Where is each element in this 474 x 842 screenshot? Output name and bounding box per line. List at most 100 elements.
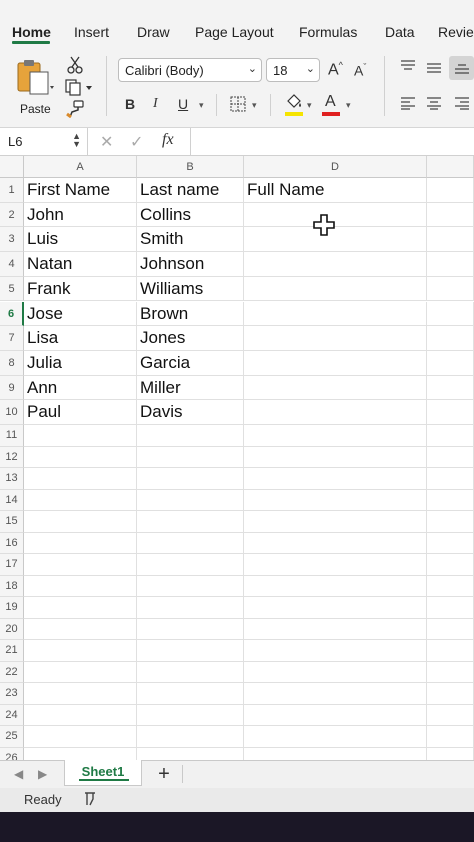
chevron-down-icon[interactable]: ▾ (346, 100, 351, 111)
cell[interactable]: Brown (137, 301, 244, 327)
row-header-6[interactable]: 6 (0, 301, 24, 327)
row-header-3[interactable]: 3 (0, 227, 24, 253)
cell[interactable] (24, 747, 137, 760)
cell[interactable] (427, 618, 474, 640)
row-header-16[interactable]: 16 (0, 532, 24, 554)
cell[interactable] (244, 661, 427, 683)
cell[interactable] (137, 747, 244, 760)
cell[interactable] (24, 618, 137, 640)
cell[interactable] (24, 532, 137, 554)
cell[interactable] (427, 554, 474, 576)
row-header-5[interactable]: 5 (0, 276, 24, 302)
cell[interactable] (427, 446, 474, 468)
row-header-17[interactable]: 17 (0, 554, 24, 576)
row-header-12[interactable]: 12 (0, 446, 24, 468)
cell[interactable] (137, 683, 244, 705)
add-sheet-button[interactable]: + (152, 763, 176, 785)
cell[interactable] (244, 301, 427, 327)
cell[interactable] (244, 554, 427, 576)
cell[interactable]: Williams (137, 276, 244, 302)
align-left-icon[interactable] (400, 96, 416, 110)
chevron-down-icon[interactable]: ▾ (199, 100, 204, 111)
cell[interactable]: Collins (137, 202, 244, 228)
copy-icon[interactable] (64, 78, 96, 96)
cell[interactable]: Smith (137, 227, 244, 253)
cell[interactable]: Jose (24, 301, 137, 327)
cell[interactable]: Last name (137, 178, 244, 203)
cell[interactable]: Frank (24, 276, 137, 302)
column-header-b[interactable]: B (137, 156, 244, 178)
row-header-7[interactable]: 7 (0, 326, 24, 351)
cell[interactable] (137, 489, 244, 511)
cell[interactable] (427, 301, 474, 327)
cell[interactable]: John (24, 202, 137, 228)
cell[interactable] (24, 446, 137, 468)
cell[interactable] (24, 640, 137, 662)
row-header-10[interactable]: 10 (0, 400, 24, 425)
cell[interactable] (24, 511, 137, 533)
cell[interactable] (244, 704, 427, 726)
cell[interactable] (427, 326, 474, 351)
cell[interactable] (427, 511, 474, 533)
select-all-corner[interactable] (0, 156, 24, 178)
underline-button[interactable]: U (178, 96, 188, 112)
shrink-font-button[interactable]: Aˇ (354, 63, 366, 78)
borders-icon[interactable] (230, 96, 246, 112)
cell[interactable]: Garcia (137, 350, 244, 376)
insert-function-icon[interactable]: fx (162, 131, 174, 149)
cell[interactable] (244, 575, 427, 597)
cell[interactable] (244, 597, 427, 619)
cell[interactable] (24, 597, 137, 619)
formula-input[interactable] (190, 128, 474, 155)
cell[interactable] (244, 326, 427, 351)
cell[interactable]: Full Name (244, 178, 427, 203)
tab-data[interactable]: Data (385, 24, 415, 40)
cell[interactable]: First Name (24, 178, 137, 203)
cell[interactable] (244, 350, 427, 376)
cell[interactable]: Natan (24, 252, 137, 277)
tab-page-layout[interactable]: Page Layout (195, 24, 274, 40)
cell[interactable] (244, 489, 427, 511)
italic-button[interactable]: I (153, 96, 158, 112)
cell[interactable] (427, 425, 474, 447)
cell[interactable] (427, 726, 474, 748)
cell[interactable] (137, 575, 244, 597)
format-painter-icon[interactable] (66, 100, 84, 118)
grow-font-button[interactable]: A^ (328, 61, 343, 78)
cell[interactable]: Luis (24, 227, 137, 253)
cell[interactable] (24, 661, 137, 683)
cell[interactable] (137, 726, 244, 748)
row-header-4[interactable]: 4 (0, 252, 24, 277)
cell[interactable] (244, 468, 427, 490)
tab-review[interactable]: Revie (438, 24, 474, 40)
cell[interactable] (244, 726, 427, 748)
chevron-down-icon[interactable]: ▾ (307, 100, 312, 111)
cell[interactable] (427, 747, 474, 760)
cell[interactable] (427, 704, 474, 726)
cell[interactable] (427, 227, 474, 253)
cell[interactable] (427, 575, 474, 597)
cell[interactable] (427, 400, 474, 425)
cell[interactable]: Johnson (137, 252, 244, 277)
bold-button[interactable]: B (125, 96, 135, 112)
cell[interactable]: Davis (137, 400, 244, 425)
row-header-18[interactable]: 18 (0, 575, 24, 597)
enter-icon[interactable]: ✓ (130, 132, 143, 152)
cell[interactable] (137, 468, 244, 490)
fill-bucket-icon[interactable] (285, 94, 303, 110)
cell[interactable]: Miller (137, 375, 244, 401)
row-header-13[interactable]: 13 (0, 468, 24, 490)
cell[interactable] (24, 726, 137, 748)
tab-formulas[interactable]: Formulas (299, 24, 357, 40)
row-header-2[interactable]: 2 (0, 202, 24, 228)
sheet-tab-sheet1[interactable]: Sheet1 (64, 760, 142, 786)
row-header-11[interactable]: 11 (0, 425, 24, 447)
row-header-9[interactable]: 9 (0, 375, 24, 401)
cell[interactable] (137, 425, 244, 447)
column-header[interactable] (427, 156, 474, 178)
cell[interactable] (24, 704, 137, 726)
cell[interactable] (24, 683, 137, 705)
row-header-1[interactable]: 1 (0, 178, 24, 203)
row-header-22[interactable]: 22 (0, 661, 24, 683)
cell[interactable] (244, 425, 427, 447)
